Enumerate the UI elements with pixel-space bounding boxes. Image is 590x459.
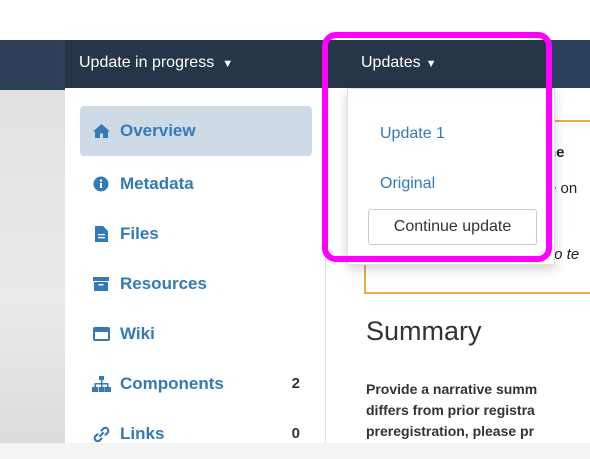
sidebar-item-label: Wiki: [120, 324, 155, 343]
sidebar-item-label: Resources: [120, 274, 207, 293]
sidebar-item-label: Components: [120, 374, 224, 393]
sidebar-item-wiki[interactable]: Wiki: [80, 309, 312, 359]
archive-icon: [90, 259, 112, 309]
summary-line: differs from prior registra: [366, 402, 535, 418]
status-dropdown[interactable]: Update in progress ▼: [79, 40, 233, 88]
updates-dropdown-menu: Update 1 Original Continue update: [347, 88, 555, 265]
sidebar-item-label: Metadata: [120, 174, 194, 193]
sidebar-item-metadata[interactable]: Metadata: [80, 159, 312, 209]
updates-dropdown-label: Updates: [361, 54, 421, 71]
sitemap-icon: [90, 359, 112, 409]
links-count-badge: 0: [291, 425, 300, 442]
caret-down-icon: ▼: [425, 58, 437, 70]
sidebar-item-components[interactable]: Components 2: [80, 359, 312, 409]
project-navbar: Update in progress ▼ Updates ▼: [65, 40, 550, 88]
sidebar-item-overview[interactable]: Overview: [80, 106, 312, 156]
summary-line: preregistration, please pr: [366, 423, 535, 439]
background-left: [0, 90, 65, 443]
updates-dropdown[interactable]: Updates ▼: [361, 40, 436, 88]
sidebar: Overview Metadata Files Resources Wiki C…: [65, 88, 326, 443]
window-icon: [90, 309, 112, 359]
continue-update-button[interactable]: Continue update: [368, 209, 537, 245]
sidebar-item-files[interactable]: Files: [80, 209, 312, 259]
status-dropdown-label: Update in progress: [79, 54, 215, 71]
menu-item-update-1[interactable]: Update 1: [380, 125, 445, 143]
sidebar-item-links[interactable]: Links 0: [80, 409, 312, 459]
sidebar-item-label: Links: [120, 424, 165, 443]
link-icon: [90, 409, 112, 459]
sidebar-item-label: Overview: [120, 121, 196, 140]
components-count-badge: 2: [291, 375, 300, 392]
top-strip: [0, 0, 590, 40]
summary-description: Provide a narrative summ differs from pr…: [366, 379, 590, 442]
info-circle-icon: [90, 159, 112, 209]
summary-heading: Summary: [366, 316, 482, 346]
home-icon: [90, 106, 112, 156]
sidebar-item-label: Files: [120, 224, 159, 243]
summary-line: Provide a narrative summ: [366, 381, 538, 397]
sidebar-item-resources[interactable]: Resources: [80, 259, 312, 309]
file-icon: [90, 209, 112, 259]
menu-item-original[interactable]: Original: [380, 175, 435, 193]
caret-down-icon: ▼: [222, 58, 234, 70]
